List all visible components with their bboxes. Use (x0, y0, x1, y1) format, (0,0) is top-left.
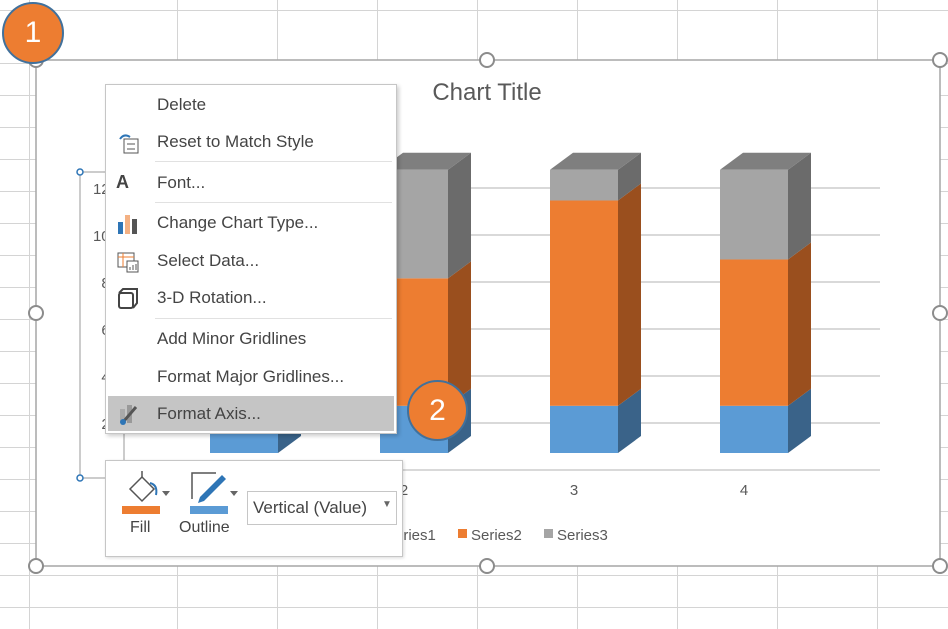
menu-item-add-minor-gridlines[interactable]: Add Minor Gridlines (108, 321, 394, 356)
menu-item-label: Reset to Match Style (157, 132, 314, 151)
menu-separator (155, 202, 392, 203)
resize-handle[interactable] (28, 558, 44, 574)
legend-marker (458, 529, 467, 538)
menu-item-3-d-rotation[interactable]: 3-D Rotation... (108, 280, 394, 315)
bar-segment-series2[interactable] (550, 200, 618, 406)
menu-item-font[interactable]: A Font... (108, 165, 394, 200)
x-category-label: 3 (570, 482, 578, 499)
chart-element-dropdown[interactable]: Vertical (Value) ▼ (247, 491, 397, 525)
x-category-label: 4 (740, 482, 748, 499)
pencil-outline-icon (190, 472, 238, 514)
menu-item-reset-to-match-style[interactable]: Reset to Match Style (108, 124, 394, 159)
bar-segment-series1[interactable] (720, 405, 788, 453)
step-badge-1: 1 (2, 2, 64, 64)
bar-segment-series2[interactable] (720, 259, 788, 406)
menu-separator (155, 161, 392, 162)
resize-handle[interactable] (932, 305, 948, 321)
bar-side (448, 152, 471, 279)
chart-type-icon (116, 212, 138, 234)
chart-element-value: Vertical (Value) (253, 498, 368, 517)
reset-style-icon (116, 131, 139, 154)
legend-label: Series2 (471, 527, 522, 544)
menu-item-label: Change Chart Type... (157, 213, 319, 232)
menu-item-format-major-gridlines[interactable]: Format Major Gridlines... (108, 359, 394, 394)
menu-item-delete[interactable]: Delete (108, 87, 394, 122)
bar-segment-series1[interactable] (550, 405, 618, 453)
resize-handle[interactable] (28, 305, 44, 321)
legend-marker (544, 529, 553, 538)
resize-handle[interactable] (932, 558, 948, 574)
menu-separator (155, 318, 392, 319)
resize-handle[interactable] (479, 558, 495, 574)
bar-side (788, 242, 811, 406)
menu-item-label: Select Data... (157, 251, 260, 270)
bar-side (788, 152, 811, 260)
axis-handle[interactable] (76, 168, 84, 176)
fill-button[interactable] (120, 469, 176, 519)
resize-handle[interactable] (479, 52, 495, 68)
paint-bucket-icon (122, 471, 170, 514)
menu-item-select-data[interactable]: Select Data... (108, 243, 394, 278)
bar-side (618, 183, 641, 406)
outline-label: Outline (179, 519, 230, 536)
mini-toolbar: Fill Outline Vertical (Value) ▼ (105, 460, 403, 557)
outline-button[interactable] (188, 469, 244, 519)
fill-label: Fill (130, 519, 151, 536)
menu-item-label: Format Axis... (157, 404, 261, 423)
menu-item-change-chart-type[interactable]: Change Chart Type... (108, 205, 394, 240)
bar-segment-series3[interactable] (720, 169, 788, 260)
cube-icon (116, 287, 138, 309)
step-badge-2: 2 (407, 380, 468, 441)
context-menu: Delete Reset to Match Style A Font... Change… (105, 84, 397, 434)
menu-item-label: Format Major Gridlines... (157, 367, 345, 386)
format-axis-icon (116, 403, 138, 425)
select-data-icon (116, 250, 139, 273)
menu-item-format-axis[interactable]: Format Axis... (108, 396, 394, 431)
menu-item-label: 3-D Rotation... (157, 288, 267, 307)
font-icon: A (116, 172, 129, 192)
menu-item-label: Font... (157, 173, 206, 192)
chart-title[interactable]: Chart Title (432, 79, 541, 106)
menu-item-label: Add Minor Gridlines (157, 329, 307, 348)
chevron-down-icon: ▼ (382, 499, 392, 510)
resize-handle[interactable] (932, 52, 948, 68)
axis-handle[interactable] (76, 474, 84, 482)
legend-label: Series3 (557, 527, 608, 544)
bar-segment-series3[interactable] (550, 169, 618, 201)
menu-item-label: Delete (157, 95, 207, 114)
